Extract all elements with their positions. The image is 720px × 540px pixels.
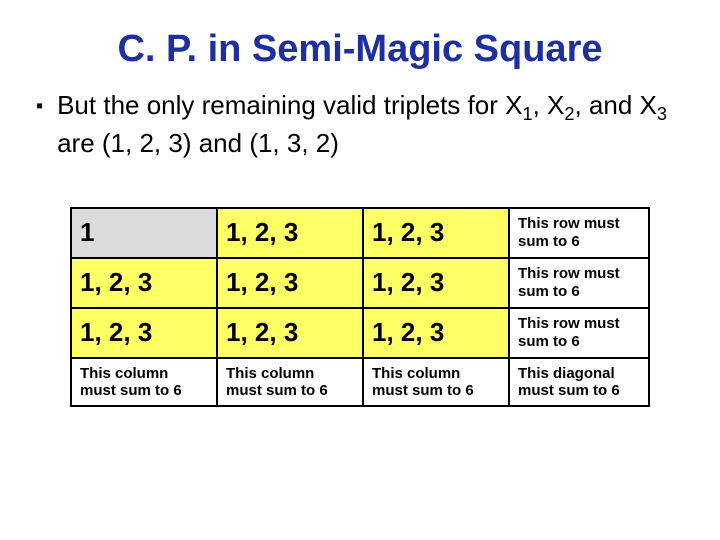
bullet-frag-mid2: , and X — [574, 90, 656, 120]
diag-note: This diagonal must sum to 6 — [509, 358, 649, 407]
slide-title: C. P. in Semi-Magic Square — [30, 28, 690, 71]
row-note-0: This row must sum to 6 — [509, 208, 649, 258]
bullet-item: ▪ But the only remaining valid triplets … — [30, 89, 690, 161]
table-row: 1, 2, 3 1, 2, 3 1, 2, 3 This row must su… — [71, 308, 649, 358]
table-row: This column must sum to 6 This column mu… — [71, 358, 649, 407]
table-row: 1, 2, 3 1, 2, 3 1, 2, 3 This row must su… — [71, 258, 649, 308]
bullet-text: But the only remaining valid triplets fo… — [57, 89, 680, 161]
cell-r2c1: 1, 2, 3 — [217, 308, 363, 358]
magic-square-table: 1 1, 2, 3 1, 2, 3 This row must sum to 6… — [70, 207, 650, 408]
cell-r1c0: 1, 2, 3 — [71, 258, 217, 308]
slide: C. P. in Semi-Magic Square ▪ But the onl… — [0, 0, 720, 540]
bullet-marker-icon: ▪ — [36, 89, 43, 123]
grid-table: 1 1, 2, 3 1, 2, 3 This row must sum to 6… — [70, 207, 650, 408]
cell-r0c0: 1 — [71, 208, 217, 258]
cell-r2c2: 1, 2, 3 — [363, 308, 509, 358]
cell-r0c2: 1, 2, 3 — [363, 208, 509, 258]
bullet-frag-pre: But the only remaining valid triplets fo… — [57, 90, 522, 120]
bullet-frag-post: are (1, 2, 3) and (1, 3, 2) — [57, 128, 339, 158]
row-note-2: This row must sum to 6 — [509, 308, 649, 358]
col-note-2: This column must sum to 6 — [363, 358, 509, 407]
row-note-1: This row must sum to 6 — [509, 258, 649, 308]
col-note-0: This column must sum to 6 — [71, 358, 217, 407]
bullet-sub-1: 1 — [522, 104, 532, 124]
cell-r1c2: 1, 2, 3 — [363, 258, 509, 308]
col-note-1: This column must sum to 6 — [217, 358, 363, 407]
bullet-frag-mid1: , X — [533, 90, 565, 120]
bullet-sub-3: 3 — [657, 104, 667, 124]
bullet-sub-2: 2 — [564, 104, 574, 124]
table-row: 1 1, 2, 3 1, 2, 3 This row must sum to 6 — [71, 208, 649, 258]
cell-r1c1: 1, 2, 3 — [217, 258, 363, 308]
cell-r0c1: 1, 2, 3 — [217, 208, 363, 258]
cell-r2c0: 1, 2, 3 — [71, 308, 217, 358]
